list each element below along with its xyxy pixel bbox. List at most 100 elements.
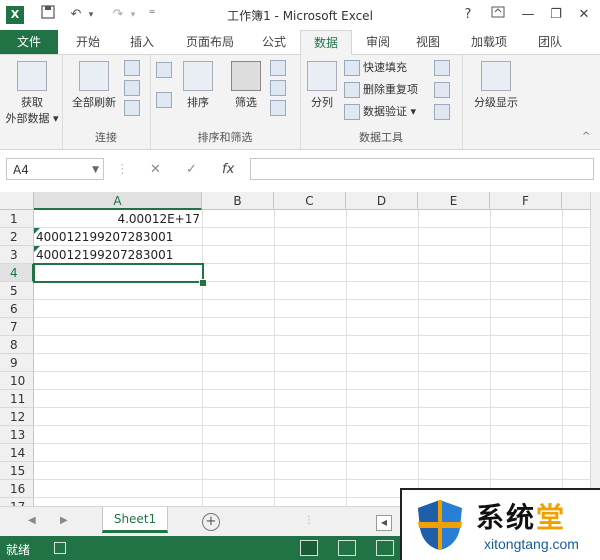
relationships-icon[interactable] [434, 103, 453, 121]
text-to-columns-button[interactable]: 分列 [304, 61, 340, 110]
row-header-6[interactable]: 6 [0, 300, 34, 318]
row-header-2[interactable]: 2 [0, 228, 34, 246]
get-external-data-button[interactable]: 获取 外部数据 ▾ [4, 61, 60, 126]
column-header-c[interactable]: C [274, 192, 346, 210]
column-header-f[interactable]: F [490, 192, 562, 210]
collapse-ribbon-icon[interactable]: ^ [582, 131, 590, 142]
tab-page-layout[interactable]: 页面布局 [172, 30, 248, 54]
remove-duplicates-button[interactable]: 删除重复项 [344, 81, 418, 99]
prev-sheet-icon[interactable]: ◀ [28, 515, 36, 526]
connections-icon[interactable] [124, 59, 143, 77]
outline-icon [481, 61, 511, 91]
row-header-15[interactable]: 15 [0, 462, 34, 480]
clear-filter-icon[interactable] [270, 59, 289, 77]
column-header-a[interactable]: A [34, 192, 202, 210]
tab-home[interactable]: 开始 [64, 30, 112, 54]
formula-bar-separator-icon: ⋮ [116, 162, 129, 177]
tab-split-handle-icon[interactable]: ⋮ [304, 515, 314, 526]
filter-button[interactable]: 筛选 [226, 61, 266, 110]
column-header-b[interactable]: B [202, 192, 274, 210]
cell-a2[interactable]: 400012199207283001 [34, 228, 202, 246]
name-box[interactable]: A4 ▼ [6, 158, 104, 180]
help-button[interactable]: ? [456, 5, 480, 25]
gridline [34, 353, 590, 354]
properties-icon[interactable] [124, 79, 143, 97]
edit-links-icon[interactable] [124, 99, 143, 117]
cell-a3[interactable]: 400012199207283001 [34, 246, 202, 264]
advanced-filter-icon[interactable] [270, 99, 289, 117]
error-indicator-icon[interactable] [34, 246, 40, 252]
column-header-e[interactable]: E [418, 192, 490, 210]
cell-area[interactable]: 4.00012E+17 400012199207283001 400012199… [33, 210, 590, 506]
remove-duplicates-label: 删除重复项 [363, 83, 418, 96]
row-header-17[interactable]: 17 [0, 498, 34, 506]
tab-add-ins[interactable]: 加载项 [456, 30, 522, 54]
tab-view[interactable]: 视图 [406, 30, 450, 54]
sheet-tab-sheet1[interactable]: Sheet1 [102, 507, 168, 533]
gridline [34, 479, 590, 480]
row-header-3[interactable]: 3 [0, 246, 34, 264]
formula-input[interactable] [250, 158, 594, 180]
get-external-data-group: 获取 外部数据 ▾ [0, 55, 63, 149]
reapply-filter-icon[interactable] [270, 79, 289, 97]
data-tools-group: 分列 快速填充 删除重复项 数据验证 ▾ 数据工具 [300, 55, 463, 149]
filter-icon [231, 61, 261, 91]
data-validation-button[interactable]: 数据验证 ▾ [344, 103, 416, 121]
row-header-5[interactable]: 5 [0, 282, 34, 300]
page-break-view-icon[interactable] [376, 540, 394, 556]
flash-fill-button[interactable]: 快速填充 [344, 59, 407, 77]
ribbon-display-options-icon[interactable] [486, 5, 510, 25]
active-cell-a4[interactable] [33, 263, 204, 283]
what-if-analysis-icon[interactable] [434, 81, 453, 99]
cell-a1[interactable]: 4.00012E+17 [34, 210, 202, 228]
tab-review[interactable]: 审阅 [356, 30, 400, 54]
restore-button[interactable]: ❐ [544, 5, 568, 25]
column-header-d[interactable]: D [346, 192, 418, 210]
row-header-7[interactable]: 7 [0, 318, 34, 336]
brand-title: 系统堂 [476, 496, 566, 536]
tab-formulas[interactable]: 公式 [254, 30, 294, 54]
row-header-12[interactable]: 12 [0, 408, 34, 426]
refresh-icon [79, 61, 109, 91]
close-button[interactable]: ✕ [572, 5, 596, 25]
minimize-button[interactable]: — [516, 5, 540, 25]
normal-view-icon[interactable] [300, 540, 318, 556]
select-all-corner[interactable] [0, 192, 34, 210]
name-box-dropdown-icon[interactable]: ▼ [92, 159, 99, 181]
cell-a3-value: 400012199207283001 [36, 248, 174, 262]
row-header-10[interactable]: 10 [0, 372, 34, 390]
brand-url: xitongtang.com [484, 536, 579, 552]
tab-file[interactable]: 文件 [0, 30, 58, 54]
add-sheet-icon[interactable]: + [202, 513, 220, 531]
outline-button[interactable]: 分级显示 [466, 61, 526, 110]
column-header-g[interactable] [562, 192, 590, 210]
row-header-9[interactable]: 9 [0, 354, 34, 372]
consolidate-icon[interactable] [434, 59, 453, 77]
cancel-icon[interactable]: ✕ [150, 162, 161, 177]
error-indicator-icon[interactable] [34, 228, 40, 234]
vertical-scrollbar[interactable] [590, 192, 600, 506]
sort-button[interactable]: 排序 [178, 61, 218, 110]
insert-function-icon[interactable]: fx [222, 162, 234, 177]
tab-insert[interactable]: 插入 [118, 30, 166, 54]
row-header-4[interactable]: 4 [0, 264, 34, 282]
next-sheet-icon[interactable]: ▶ [60, 515, 68, 526]
sort-az-icon[interactable] [156, 61, 175, 79]
row-header-8[interactable]: 8 [0, 336, 34, 354]
enter-icon[interactable]: ✓ [186, 162, 197, 177]
shield-logo-icon [418, 500, 462, 550]
page-layout-view-icon[interactable] [338, 540, 356, 556]
row-header-13[interactable]: 13 [0, 426, 34, 444]
fill-handle[interactable] [199, 279, 207, 287]
tab-team[interactable]: 团队 [528, 30, 572, 54]
tab-data[interactable]: 数据 [300, 30, 352, 56]
row-header-11[interactable]: 11 [0, 390, 34, 408]
macro-recording-icon[interactable] [54, 542, 66, 554]
refresh-all-button[interactable]: 全部刷新 [66, 61, 122, 110]
sort-za-icon[interactable] [156, 91, 175, 109]
gridline [34, 335, 590, 336]
scroll-left-icon[interactable]: ◀ [376, 515, 392, 531]
row-header-14[interactable]: 14 [0, 444, 34, 462]
row-header-16[interactable]: 16 [0, 480, 34, 498]
row-header-1[interactable]: 1 [0, 210, 34, 228]
